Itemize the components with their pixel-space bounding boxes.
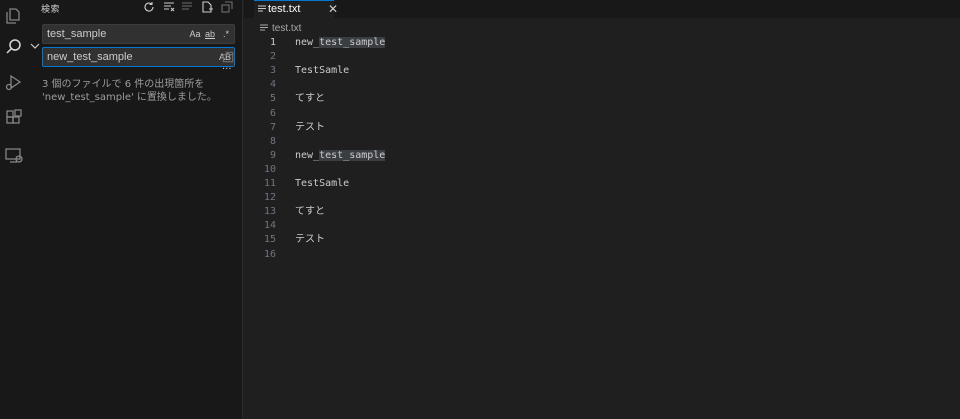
new-search-editor-icon[interactable] bbox=[179, 0, 195, 14]
line-number: 14 bbox=[263, 220, 276, 232]
code-text: TestSamle bbox=[295, 64, 349, 78]
line-number: 10 bbox=[263, 163, 276, 175]
code-line[interactable]: 3 TestSamle bbox=[244, 64, 960, 78]
line-number: 8 bbox=[269, 135, 276, 147]
use-regex-option[interactable]: .* bbox=[219, 26, 233, 42]
line-number: 12 bbox=[263, 192, 276, 204]
line-number: 6 bbox=[269, 107, 276, 119]
code-line[interactable]: 13 てすと bbox=[244, 205, 960, 219]
line-number: 3 bbox=[269, 65, 276, 77]
tab-strip: test.txt ✕ bbox=[244, 0, 960, 18]
line-number: 1 bbox=[269, 37, 276, 48]
line-number: 13 bbox=[263, 206, 276, 218]
collapse-all-icon[interactable] bbox=[219, 0, 235, 14]
replace-all-icon[interactable] bbox=[221, 50, 235, 64]
code-text: てすと bbox=[295, 92, 325, 106]
more-options-button[interactable]: ··· bbox=[222, 64, 232, 75]
code-text: new_test_sample bbox=[295, 149, 386, 163]
tab-test-txt[interactable]: test.txt ✕ bbox=[254, 0, 338, 18]
code-text-plain: TestSamle bbox=[295, 178, 350, 189]
match-case-option[interactable]: Aa bbox=[188, 26, 202, 42]
code-text-plain: てすと bbox=[295, 206, 325, 218]
replace-input[interactable] bbox=[43, 48, 193, 66]
replace-result-line1: 3 個のファイルで 6 件の出現箇所を bbox=[42, 79, 205, 90]
code-text-plain: テスト bbox=[295, 234, 325, 246]
line-number: 4 bbox=[269, 79, 276, 91]
code-line[interactable]: 12 bbox=[244, 191, 960, 205]
text-file-icon bbox=[258, 5, 266, 12]
code-line[interactable]: 11 TestSamle bbox=[244, 177, 960, 191]
match-whole-word-option[interactable]: ab bbox=[203, 26, 217, 42]
code-line[interactable]: 1 new_test_sample bbox=[244, 36, 960, 50]
search-match-highlight: test_sample bbox=[319, 149, 386, 161]
tab-label: test.txt bbox=[268, 3, 301, 15]
search-field[interactable]: Aa ab .* bbox=[42, 24, 235, 44]
run-debug-icon[interactable] bbox=[0, 68, 27, 96]
breadcrumb-label: test.txt bbox=[272, 22, 302, 34]
replace-field[interactable]: AB bbox=[42, 47, 235, 67]
extensions-icon[interactable] bbox=[0, 104, 27, 132]
code-line[interactable]: 8 bbox=[244, 135, 960, 149]
line-number: 5 bbox=[269, 93, 276, 105]
line-number: 7 bbox=[269, 121, 276, 133]
breadcrumb[interactable]: test.txt bbox=[260, 21, 301, 35]
code-text-plain: テスト bbox=[295, 121, 325, 133]
code-text: テスト bbox=[295, 233, 325, 247]
search-input[interactable] bbox=[43, 25, 193, 43]
search-sidebar: 検索 Aa ab .* AB ··· 3 個のファイルで 6 件の出現箇所を '… bbox=[27, 0, 243, 419]
code-line[interactable]: 6 bbox=[244, 107, 960, 121]
replace-result-message: 3 個のファイルで 6 件の出現箇所を 'new_test_sample' に置… bbox=[42, 78, 237, 104]
clear-results-icon[interactable] bbox=[161, 0, 177, 14]
sidebar-title: 検索 bbox=[41, 5, 61, 15]
code-text: TestSamle bbox=[295, 177, 349, 191]
explorer-icon[interactable] bbox=[0, 2, 27, 30]
code-line[interactable]: 5 てすと bbox=[244, 92, 960, 106]
code-line[interactable]: 9 new_test_sample bbox=[244, 149, 960, 163]
new-file-icon[interactable] bbox=[199, 0, 215, 14]
code-line[interactable]: 2 bbox=[244, 50, 960, 64]
code-line[interactable]: 14 bbox=[244, 219, 960, 233]
close-icon[interactable]: ✕ bbox=[328, 2, 338, 16]
code-text: てすと bbox=[295, 205, 325, 219]
code-text-plain: new_ bbox=[295, 149, 320, 161]
activity-bar bbox=[0, 0, 27, 419]
search-icon[interactable] bbox=[0, 33, 27, 61]
refresh-icon[interactable] bbox=[141, 0, 157, 14]
replace-result-line2: 'new_test_sample' に置換しました。 bbox=[42, 92, 217, 103]
line-number: 16 bbox=[263, 248, 276, 260]
code-line[interactable]: 16 bbox=[244, 248, 960, 262]
code-text: new_test_sample bbox=[295, 36, 386, 50]
line-number: 15 bbox=[263, 234, 276, 246]
code-line[interactable]: 15 テスト bbox=[244, 233, 960, 247]
line-number: 11 bbox=[263, 178, 276, 189]
line-number: 9 bbox=[269, 149, 276, 161]
search-match-highlight: test_sample bbox=[319, 37, 386, 48]
text-file-icon bbox=[260, 24, 268, 30]
editor-area: test.txt ✕ test.txt 1 new_test_sample 2 3 Te… bbox=[244, 0, 960, 419]
remote-explorer-icon[interactable] bbox=[0, 141, 27, 169]
code-text-plain: てすと bbox=[295, 93, 325, 105]
code-text-plain: new_ bbox=[295, 37, 320, 48]
toggle-replace-chevron-icon[interactable] bbox=[29, 40, 41, 52]
line-number: 2 bbox=[269, 51, 276, 63]
code-line[interactable]: 4 bbox=[244, 78, 960, 92]
code-line[interactable]: 7 テスト bbox=[244, 121, 960, 135]
code-text: テスト bbox=[295, 121, 325, 135]
code-text-plain: TestSamle bbox=[295, 65, 350, 77]
code-line[interactable]: 10 bbox=[244, 163, 960, 177]
